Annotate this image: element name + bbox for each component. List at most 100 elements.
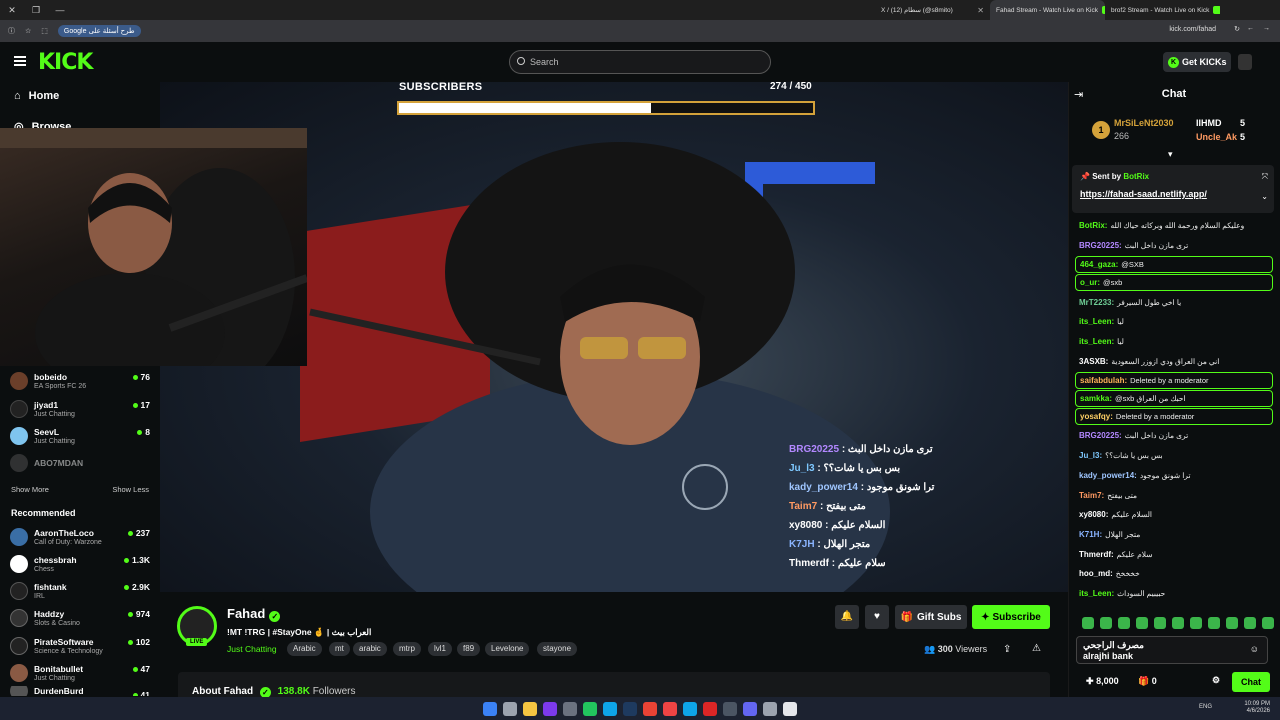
stream-category[interactable]: Just Chatting <box>227 644 277 654</box>
tag-chip[interactable]: mtrp <box>393 642 421 656</box>
emote-icon[interactable] <box>1172 617 1184 629</box>
sidebar-channel[interactable]: SeevL Just Chatting 8 <box>10 423 150 449</box>
sidebar-channel-offline[interactable]: ABO7MDAN <box>10 450 150 476</box>
app-icon[interactable] <box>783 701 797 716</box>
points[interactable]: ✚ 8,000 <box>1086 676 1119 687</box>
chat-username[interactable]: K71H: <box>1079 530 1102 539</box>
bookmark-star-icon[interactable]: ☆ <box>25 27 31 35</box>
opera-icon[interactable] <box>663 701 677 716</box>
settings-gear-icon[interactable]: ⚙ <box>1212 675 1220 686</box>
close-window-icon[interactable]: ✕ <box>0 5 24 16</box>
chat-username[interactable]: its_Leen: <box>1079 589 1114 598</box>
show-less-button[interactable]: Show Less <box>112 485 149 494</box>
tag-chip[interactable]: Levelone <box>485 642 530 656</box>
file-explorer-icon[interactable] <box>523 701 537 716</box>
tag-chip[interactable]: lvl1 <box>428 642 453 656</box>
chat-username[interactable]: hoo_md: <box>1079 569 1113 578</box>
emote-icon[interactable] <box>1262 617 1274 629</box>
gifts[interactable]: 🎁 0 <box>1138 676 1157 687</box>
search-icon[interactable] <box>503 701 517 716</box>
restore-icon[interactable]: ❐ <box>24 5 48 16</box>
sidebar-channel[interactable]: bobeido EA Sports FC 26 76 <box>10 368 150 394</box>
chat-username[interactable]: saifabdulah: <box>1080 376 1127 385</box>
sidebar-item-home[interactable]: ⌂ Home <box>14 90 59 102</box>
chat-username[interactable]: Thmerdf: <box>1079 550 1114 559</box>
kick-logo[interactable]: KICK <box>38 50 93 75</box>
leaderboard-user[interactable]: Uncle_Ak <box>1196 132 1237 142</box>
chat-username[interactable]: xy8080: <box>1079 510 1108 519</box>
steam-icon[interactable] <box>623 701 637 716</box>
emote-icon[interactable] <box>1100 617 1112 629</box>
expand-leaderboard-icon[interactable]: ▾ <box>1168 149 1173 160</box>
tag-chip[interactable]: mt <box>329 642 350 656</box>
chevron-down-icon[interactable]: ⌄ <box>1261 192 1268 201</box>
show-more-button[interactable]: Show More <box>11 485 49 494</box>
sidebar-channel[interactable]: jiyad1 Just Chatting 17 <box>10 396 150 422</box>
avatar[interactable] <box>1238 54 1252 70</box>
discord-icon[interactable] <box>743 701 757 716</box>
get-kicks-button[interactable]: K Get KICKs <box>1163 52 1231 72</box>
menu-icon[interactable] <box>14 56 26 66</box>
streamer-name[interactable]: Fahad ✓ <box>227 606 281 622</box>
chat-username[interactable]: its_Leen: <box>1079 317 1114 326</box>
leaderboard-user[interactable]: MrSiLeNt2030 <box>1114 118 1174 128</box>
tab-fahad[interactable]: Fahad Stream - Watch Live on Kick ✕ <box>990 0 1105 20</box>
emote-icon[interactable] <box>1082 617 1094 629</box>
sidebar-channel[interactable]: chessbrah Chess 1.3K <box>10 551 150 577</box>
pinned-link[interactable]: https://fahad-saad.netlify.app/ <box>1080 189 1207 199</box>
send-chat-button[interactable]: Chat <box>1232 672 1270 692</box>
info-icon[interactable]: ⓘ <box>8 26 15 36</box>
settings-gear-icon[interactable] <box>763 701 777 716</box>
chat-username[interactable]: MrT2233: <box>1079 298 1114 307</box>
emote-icon[interactable] <box>1208 617 1220 629</box>
chat-username[interactable]: BotRix: <box>1079 221 1107 230</box>
minimize-icon[interactable]: — <box>48 5 72 15</box>
sidebar-channel[interactable]: DurdenBurd 41 <box>10 686 150 696</box>
tag-chip[interactable]: stayone <box>537 642 578 656</box>
chat-username[interactable]: Taim7: <box>1079 491 1104 500</box>
emote-icon[interactable] <box>1118 617 1130 629</box>
app-icon[interactable] <box>703 701 717 716</box>
sidebar-channel[interactable]: Haddzy Slots & Casino 974 <box>10 605 150 631</box>
share-icon[interactable]: ⇪ <box>1003 644 1011 655</box>
tag-chip[interactable]: f89 <box>457 642 481 656</box>
extension-icon[interactable]: ⬚ <box>41 27 48 35</box>
chat-username[interactable]: Ju_l3: <box>1079 451 1102 460</box>
close-tab-icon[interactable]: ✕ <box>977 6 984 15</box>
chat-input[interactable]: مصرف الراجحي alrajhi bank ☺ <box>1076 636 1268 664</box>
sidebar-channel[interactable]: fishtank IRL 2.9K <box>10 578 150 604</box>
sidebar-channel[interactable]: PirateSoftware Science & Technology 102 <box>10 633 150 659</box>
url-text[interactable]: kick.com/fahad <box>1169 26 1216 33</box>
app-icon[interactable] <box>563 701 577 716</box>
tag-chip[interactable]: Arabic <box>287 642 322 656</box>
start-icon[interactable] <box>483 701 497 716</box>
tag-chip[interactable]: arabic <box>353 642 387 656</box>
edge-icon[interactable] <box>683 701 697 716</box>
gift-subs-button[interactable]: 🎁 Gift Subs <box>895 605 967 629</box>
emote-icon[interactable] <box>1136 617 1148 629</box>
notification-bell-button[interactable]: 🔔 <box>835 605 859 629</box>
chat-username[interactable]: its_Leen: <box>1079 337 1114 346</box>
chrome-icon[interactable] <box>643 701 657 716</box>
emote-icon[interactable] <box>1154 617 1166 629</box>
teams-icon[interactable] <box>543 701 557 716</box>
app-icon[interactable] <box>723 701 737 716</box>
emote-icon[interactable] <box>1244 617 1256 629</box>
sidebar-channel[interactable]: AaronTheLoco Call of Duty: Warzone 237 <box>10 524 150 550</box>
emote-icon[interactable] <box>1190 617 1202 629</box>
unpin-icon[interactable]: ⤧ <box>1262 172 1268 182</box>
tab-brof2[interactable]: brof2 Stream - Watch Live on Kick ✕ <box>1105 0 1220 20</box>
subscribe-button[interactable]: ✦ Subscribe <box>972 605 1050 629</box>
chat-username[interactable]: kady_power14: <box>1079 471 1137 480</box>
emoji-icon[interactable]: ☺ <box>1250 644 1259 655</box>
reload-icon[interactable]: ↻ <box>1234 25 1240 33</box>
sidebar-channel[interactable]: Bonitabullet Just Chatting 47 <box>10 660 150 686</box>
chat-username[interactable]: samkka: <box>1080 394 1112 403</box>
leaderboard-user[interactable]: IIHMD <box>1196 118 1222 128</box>
chat-username[interactable]: o_ur: <box>1080 278 1100 287</box>
report-icon[interactable]: ⚠ <box>1032 643 1041 654</box>
google-ask-chip[interactable]: Google طرح أسئلة على <box>57 25 141 37</box>
chat-username[interactable]: BRG20225: <box>1079 241 1122 250</box>
app-icon[interactable] <box>603 701 617 716</box>
emote-icon[interactable] <box>1226 617 1238 629</box>
